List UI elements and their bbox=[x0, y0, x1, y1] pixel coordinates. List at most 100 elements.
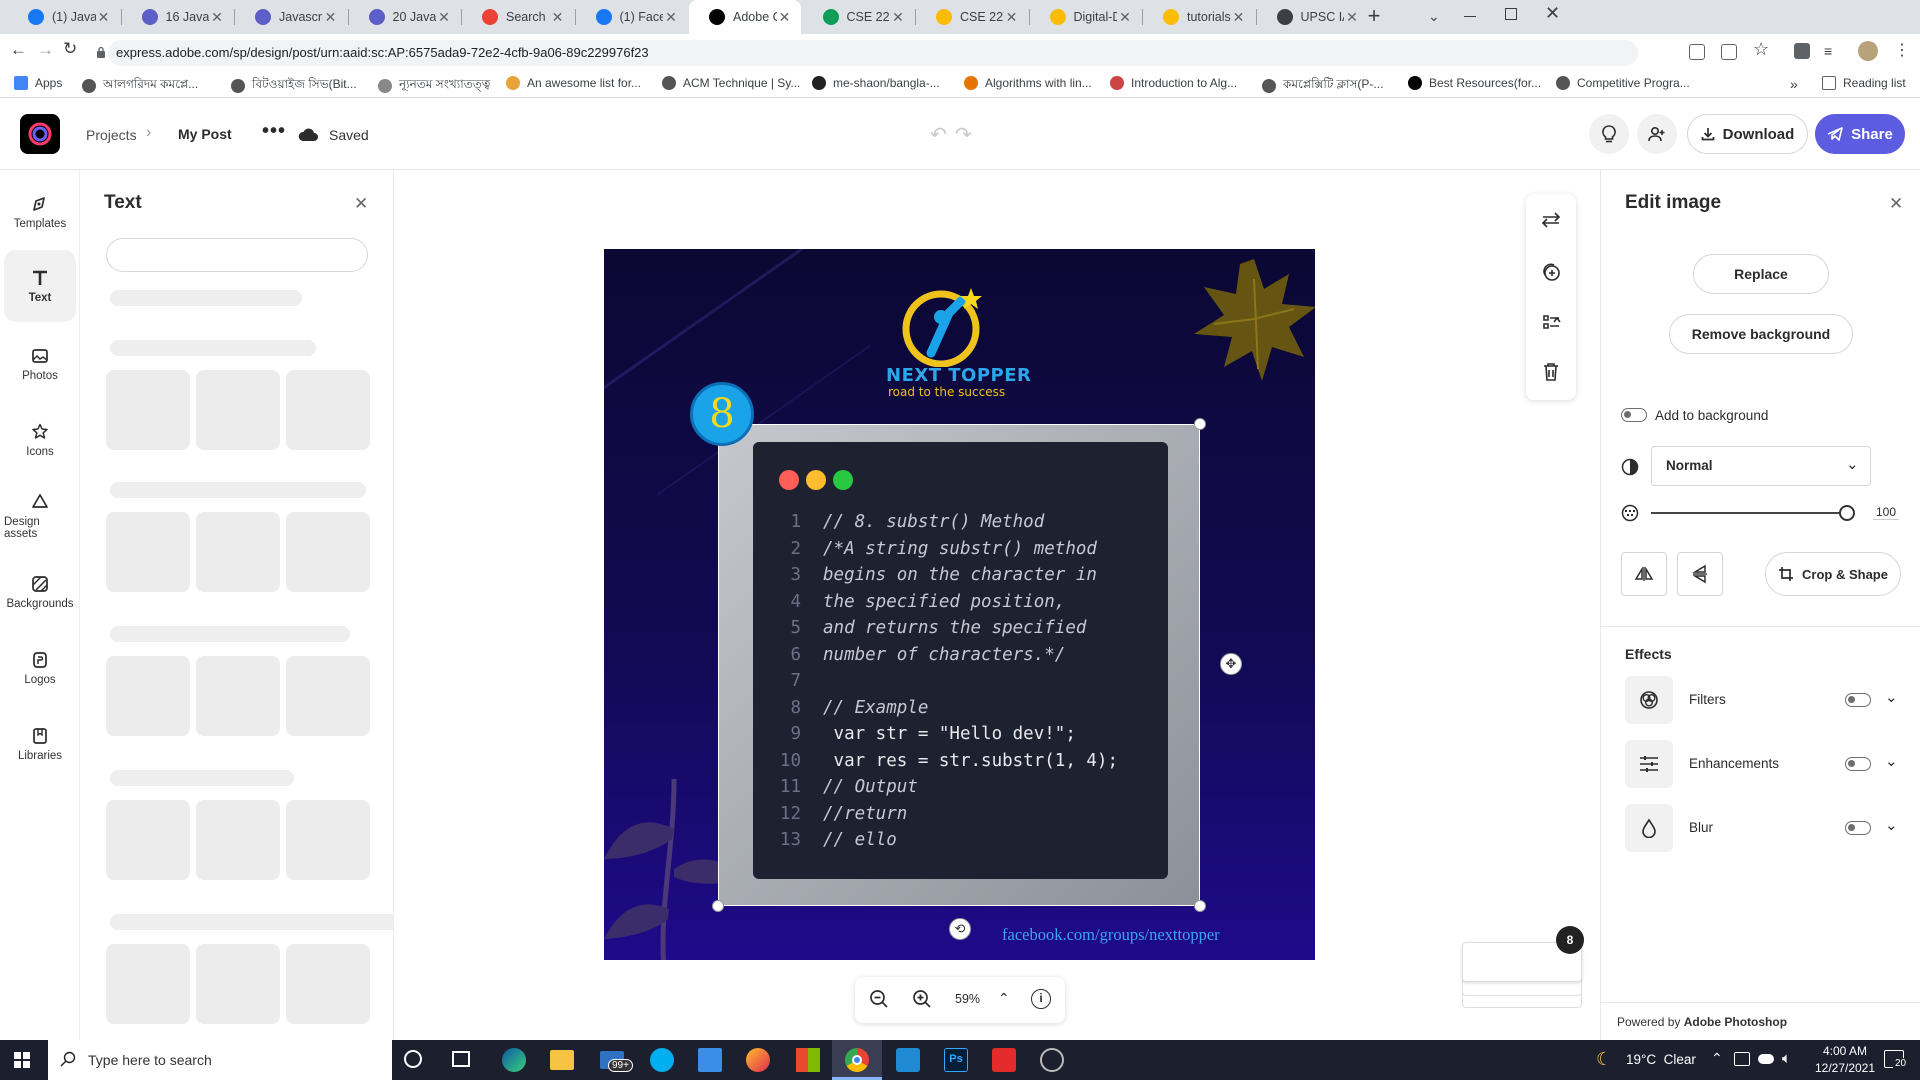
close-window-button[interactable]: ✕ bbox=[1545, 3, 1560, 24]
new-tab-button[interactable]: + bbox=[1362, 5, 1386, 29]
task-view-icon[interactable] bbox=[452, 1051, 470, 1067]
bookmark-star-icon[interactable]: ☆ bbox=[1753, 39, 1769, 60]
opacity-slider-thumb[interactable] bbox=[1839, 505, 1855, 521]
rail-item-backgrounds[interactable]: Backgrounds bbox=[4, 556, 76, 628]
skype-icon[interactable] bbox=[650, 1048, 674, 1072]
blur-toggle[interactable] bbox=[1845, 821, 1871, 835]
effect-blur[interactable]: Blur ⌄ bbox=[1625, 804, 1898, 852]
file-explorer-icon[interactable] bbox=[550, 1050, 574, 1070]
bookmark-item[interactable]: An awesome list for... bbox=[506, 76, 641, 90]
browser-tab[interactable]: tutorialspoint✕ bbox=[1143, 0, 1255, 34]
back-icon[interactable]: ← bbox=[10, 40, 27, 60]
close-tab-icon[interactable]: ✕ bbox=[209, 9, 225, 26]
browser-tab[interactable]: (1) Facebook✕ bbox=[576, 0, 688, 34]
resize-handle-tr[interactable] bbox=[1194, 418, 1206, 430]
chevron-down-icon[interactable]: ⌄ bbox=[1885, 688, 1898, 706]
chevron-down-icon[interactable]: ⌄ bbox=[1885, 752, 1898, 770]
remove-background-button[interactable]: Remove background bbox=[1669, 314, 1853, 354]
bookmark-item[interactable]: বিটওয়াইজ সিভ(Bit... bbox=[231, 76, 357, 96]
rail-item-libraries[interactable]: Libraries bbox=[4, 708, 76, 780]
undo-icon[interactable]: ↶ bbox=[930, 122, 947, 147]
bookmark-item[interactable]: কমপ্লেক্সিটি ক্লাস(P-... bbox=[1262, 76, 1383, 96]
store-icon[interactable] bbox=[698, 1048, 722, 1072]
chevron-down-icon[interactable]: ⌄ bbox=[1885, 816, 1898, 834]
replace-button[interactable]: Replace bbox=[1693, 254, 1829, 294]
effect-filters[interactable]: Filters ⌄ bbox=[1625, 676, 1898, 724]
clock-date[interactable]: 12/27/2021 bbox=[1812, 1061, 1878, 1075]
bookmark-item[interactable]: Best Resources(for... bbox=[1408, 76, 1541, 90]
opacity-value[interactable]: 100 bbox=[1873, 505, 1899, 520]
add-to-background-toggle[interactable] bbox=[1621, 408, 1647, 422]
rail-item-icons[interactable]: Icons bbox=[4, 404, 76, 476]
wps-office-icon[interactable] bbox=[992, 1048, 1016, 1072]
more-bookmarks-icon[interactable]: » bbox=[1790, 76, 1798, 92]
rail-item-text[interactable]: Text bbox=[4, 250, 76, 322]
edge-icon[interactable] bbox=[502, 1048, 526, 1072]
close-tab-icon[interactable]: ✕ bbox=[890, 9, 906, 26]
close-tab-icon[interactable]: ✕ bbox=[777, 9, 793, 26]
install-icon[interactable] bbox=[1689, 44, 1705, 60]
close-tab-icon[interactable]: ✕ bbox=[436, 9, 452, 26]
bookmark-item[interactable]: ACM Technique | Sy... bbox=[662, 76, 800, 90]
browser-tab[interactable]: CSE 227-20.1✕ bbox=[916, 0, 1028, 34]
breadcrumb-projects[interactable]: Projects bbox=[86, 127, 137, 143]
minimize-button[interactable] bbox=[1462, 6, 1478, 26]
browser-tab[interactable]: 20 JavaScript✕ bbox=[349, 0, 461, 34]
bookmark-item[interactable]: me-shaon/bangla-... bbox=[812, 76, 940, 90]
firefox-icon[interactable] bbox=[746, 1048, 770, 1072]
bookmark-item[interactable]: Introduction to Alg... bbox=[1110, 76, 1237, 90]
rail-item-logos[interactable]: Logos bbox=[4, 632, 76, 704]
rotate-handle-icon[interactable]: ⟲ bbox=[949, 918, 971, 940]
close-tab-icon[interactable]: ✕ bbox=[1231, 9, 1247, 26]
adobe-express-logo[interactable] bbox=[20, 114, 60, 154]
rail-item-design-assets[interactable]: Design assets bbox=[4, 480, 76, 552]
browser-tab[interactable]: CSE 227 Secti✕ bbox=[803, 0, 915, 34]
close-tab-icon[interactable]: ✕ bbox=[1344, 9, 1360, 26]
rail-item-photos[interactable]: Photos bbox=[4, 328, 76, 400]
office-icon[interactable] bbox=[796, 1048, 820, 1072]
flip-vertical-button[interactable] bbox=[1677, 552, 1723, 596]
zoom-out-icon[interactable] bbox=[869, 989, 889, 1009]
close-tab-icon[interactable]: ✕ bbox=[550, 9, 566, 26]
browser-tab[interactable]: Search results✕ bbox=[462, 0, 574, 34]
blend-mode-select[interactable]: Normal ⌄ bbox=[1651, 446, 1871, 486]
invite-people-icon[interactable] bbox=[1637, 114, 1677, 154]
browser-menu-icon[interactable]: ⋮ bbox=[1894, 40, 1910, 60]
clock-time[interactable]: 4:00 AM bbox=[1812, 1044, 1878, 1058]
bookmark-item[interactable]: Algorithms with lin... bbox=[964, 76, 1092, 90]
photoshop-icon[interactable]: Ps bbox=[944, 1048, 968, 1072]
move-handle-icon[interactable]: ✥ bbox=[1220, 653, 1242, 675]
reload-icon[interactable]: ↻ bbox=[63, 39, 77, 59]
cortana-icon[interactable] bbox=[404, 1050, 422, 1068]
redo-icon[interactable]: ↷ bbox=[955, 122, 972, 147]
network-icon[interactable] bbox=[1734, 1052, 1750, 1066]
flip-horizontal-button[interactable] bbox=[1621, 552, 1667, 596]
lightbulb-icon[interactable] bbox=[1589, 114, 1629, 154]
download-button[interactable]: Download bbox=[1687, 114, 1808, 154]
close-tab-icon[interactable]: ✕ bbox=[663, 9, 679, 26]
info-icon[interactable]: i bbox=[1031, 989, 1051, 1009]
pages-stack[interactable]: 8 bbox=[1462, 926, 1584, 1010]
vscode-icon[interactable] bbox=[896, 1048, 920, 1072]
volume-icon[interactable]: 🔈︎ bbox=[1782, 1050, 1791, 1067]
browser-tab[interactable]: (1) Javascript✕ bbox=[8, 0, 120, 34]
bookmark-item[interactable]: আলগরিদম কমপ্লে... bbox=[82, 76, 198, 96]
bookmark-item[interactable]: ন্যূনতম সংখ্যাতত্ত্ব bbox=[378, 76, 490, 96]
filters-toggle[interactable] bbox=[1845, 693, 1871, 707]
obs-icon[interactable] bbox=[1040, 1048, 1064, 1072]
share-button[interactable]: Share bbox=[1815, 114, 1905, 154]
chrome-taskbar-item[interactable] bbox=[832, 1040, 882, 1080]
tray-chevron-icon[interactable]: ⌃ bbox=[1711, 1050, 1723, 1067]
share-page-icon[interactable] bbox=[1721, 44, 1737, 60]
windows-start-icon[interactable] bbox=[14, 1052, 30, 1068]
delete-icon[interactable] bbox=[1542, 362, 1560, 382]
browser-tab[interactable]: UPSC IAS Exa✕ bbox=[1257, 0, 1369, 34]
arrange-icon[interactable] bbox=[1541, 312, 1561, 332]
media-icon[interactable]: ≡ bbox=[1824, 43, 1832, 59]
close-tab-icon[interactable]: ✕ bbox=[1004, 9, 1020, 26]
close-tab-icon[interactable]: ✕ bbox=[323, 9, 339, 26]
close-panel-icon[interactable]: ✕ bbox=[354, 194, 368, 214]
cloud-sync-icon[interactable] bbox=[1758, 1054, 1774, 1064]
resize-handle-bl[interactable] bbox=[712, 900, 724, 912]
browser-tab[interactable]: Digital-Design✕ bbox=[1030, 0, 1142, 34]
